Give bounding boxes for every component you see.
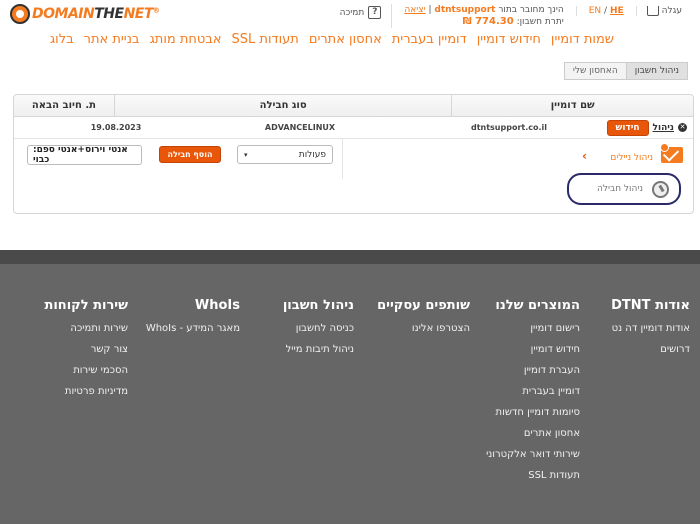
chevron-left-icon: ‹ bbox=[582, 149, 587, 163]
close-icon[interactable]: ✕ bbox=[678, 123, 687, 132]
add-package-button[interactable]: הוסף חבילה bbox=[159, 146, 221, 163]
hosting-table: שם דומיין סוג חבילה ת. חיוב הבאה ✕ ניהול… bbox=[13, 94, 694, 214]
gear-icon bbox=[660, 143, 669, 152]
footer-col-about: אודות DTNT אודות דומיין דה נט דרושים bbox=[611, 298, 690, 355]
nav-ssl-certificates[interactable]: תעודות SSL bbox=[232, 32, 299, 47]
footer-link[interactable]: אחסון אתרים bbox=[486, 428, 580, 439]
footer: אודות DTNT אודות דומיין דה נט דרושים המו… bbox=[0, 264, 700, 524]
footer-col-customer-service: שירות לקוחות שירות ותמיכה צור קשר הסכמי … bbox=[44, 298, 128, 397]
footer-link[interactable]: כניסה לחשבון bbox=[283, 323, 354, 334]
top-bar: עגלה EN / HE הינך מחובר בתור dtntsupport… bbox=[330, 4, 692, 28]
package-manage-label: ניהול חבילה bbox=[596, 184, 643, 194]
username: dtntsupport bbox=[434, 5, 496, 15]
footer-col-account: ניהול חשבון כניסה לחשבון ניהול תיבות מיי… bbox=[282, 298, 354, 355]
package-manage-item[interactable]: ניהול חבילה bbox=[567, 173, 681, 205]
footer-link[interactable]: שירותי דואר אלקטרוני bbox=[486, 449, 580, 460]
actions-select[interactable]: ▾ פעולות bbox=[237, 145, 333, 164]
footer-link[interactable]: תעודות SSL bbox=[486, 470, 580, 481]
site-logo[interactable]: DOMAINTHENET® bbox=[10, 4, 180, 24]
nav-brand-protection[interactable]: אבטחת מותג bbox=[149, 32, 221, 47]
footer-link[interactable]: אודות דומיין דה נט bbox=[611, 323, 690, 334]
lang-he-link[interactable]: HE bbox=[610, 6, 624, 16]
footer-top-strip bbox=[0, 250, 700, 264]
domain-name-cell: dtntsupport.co.il bbox=[470, 123, 548, 132]
logout-link[interactable]: יציאה bbox=[404, 5, 425, 15]
footer-link[interactable]: הסכמי שירות bbox=[44, 365, 128, 376]
footer-link[interactable]: הצטרפו אלינו bbox=[377, 323, 470, 334]
support-link[interactable]: ? תמיכה bbox=[330, 6, 392, 19]
help-icon: ? bbox=[368, 6, 382, 19]
row-details: ניהול ניילים ‹ ניהול חבילה ▾ פעולות הוסף… bbox=[14, 139, 693, 211]
footer-link[interactable]: מאגר המידע - WhoIs bbox=[146, 323, 240, 334]
table-row: ✕ ניהול חידוש dtntsupport.co.il ADVANCEL… bbox=[14, 117, 693, 139]
nav-hebrew-domain[interactable]: דומיין בעברית bbox=[392, 32, 467, 47]
mail-manage-label: ניהול ניילים bbox=[610, 153, 653, 163]
header-package: סוג חבילה bbox=[113, 95, 452, 116]
language-switcher: EN / HE bbox=[575, 6, 637, 16]
nav-domain-renewal[interactable]: חידוש דומיין bbox=[477, 32, 541, 47]
logo-mark-icon bbox=[10, 4, 30, 24]
footer-link[interactable]: דרושים bbox=[611, 344, 690, 355]
nav-website-builder[interactable]: בניית אתר bbox=[84, 32, 140, 47]
nav-web-hosting[interactable]: אחסון אתרים bbox=[309, 32, 382, 47]
footer-link[interactable]: מדיניות פרטיות bbox=[44, 386, 128, 397]
main-nav: שמות דומיין חידוש דומיין דומיין בעברית א… bbox=[50, 32, 614, 47]
cart-icon bbox=[646, 6, 659, 16]
package-type-cell: ADVANCELINUX bbox=[264, 123, 336, 132]
footer-col-whois: WhoIs מאגר המידע - WhoIs bbox=[145, 298, 240, 334]
nav-blog[interactable]: בלוג bbox=[50, 32, 74, 47]
gauge-icon bbox=[652, 181, 669, 198]
footer-col-partners: שותפים עסקיים הצטרפו אלינו bbox=[377, 298, 470, 334]
breadcrumb-my-hosting[interactable]: האחסון שלי bbox=[563, 62, 627, 80]
header-domain: שם דומיין bbox=[451, 95, 693, 116]
breadcrumb-account[interactable]: ניהול חשבון bbox=[625, 62, 688, 80]
divider bbox=[342, 139, 343, 179]
management-menu: ניהול ניילים ‹ ניהול חבילה bbox=[563, 139, 693, 211]
footer-link[interactable]: רישום דומיין bbox=[486, 323, 580, 334]
table-header: שם דומיין סוג חבילה ת. חיוב הבאה bbox=[14, 95, 693, 117]
footer-link[interactable]: העברת דומיין bbox=[486, 365, 580, 376]
cart-link[interactable]: עגלה bbox=[637, 6, 692, 16]
manage-cell: ✕ ניהול חידוש bbox=[599, 119, 693, 136]
lang-en-link[interactable]: EN bbox=[589, 6, 601, 16]
manage-link[interactable]: ניהול bbox=[653, 123, 674, 133]
next-billing-cell: 19.08.2023 bbox=[90, 123, 142, 132]
chevron-down-icon: ▾ bbox=[244, 150, 248, 159]
footer-link[interactable]: צור קשר bbox=[44, 344, 128, 355]
footer-link[interactable]: שירות ותמיכה bbox=[44, 323, 128, 334]
header-next-billing: ת. חיוב הבאה bbox=[31, 100, 96, 111]
nav-domain-names[interactable]: שמות דומיין bbox=[551, 32, 614, 47]
footer-link[interactable]: דומיין בעברית bbox=[486, 386, 580, 397]
package-addon-field[interactable]: אנטי וירוס+אנטי ספם: כבוי bbox=[27, 145, 142, 165]
user-info: הינך מחובר בתור dtntsupport | יציאה יתרת… bbox=[391, 4, 575, 28]
footer-link[interactable]: חידוש דומיין bbox=[486, 344, 580, 355]
renew-button[interactable]: חידוש bbox=[606, 119, 649, 136]
footer-link[interactable]: ניהול תיבות מייל bbox=[283, 344, 354, 355]
footer-col-products: המוצרים שלנו רישום דומיין חידוש דומיין ה… bbox=[486, 298, 580, 481]
account-balance: 774.30 ₪ bbox=[462, 16, 514, 27]
cart-label: עגלה bbox=[661, 6, 682, 16]
breadcrumb: ניהול חשבון האחסון שלי bbox=[563, 62, 688, 80]
footer-link[interactable]: סיומות דומיין חדשות bbox=[486, 407, 580, 418]
